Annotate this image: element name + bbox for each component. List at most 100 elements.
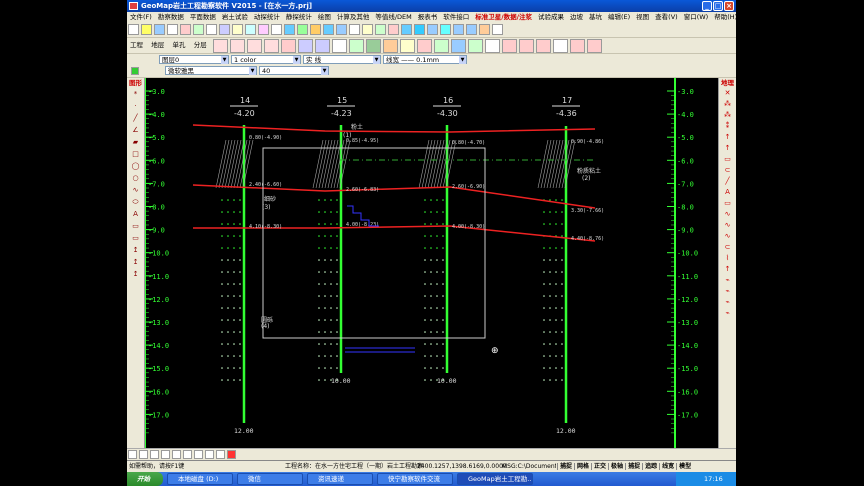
toolbar-button-28[interactable] xyxy=(492,24,503,35)
right-palette-tool-8[interactable]: ╱ xyxy=(723,177,733,186)
toolbar-button-17[interactable] xyxy=(349,24,360,35)
left-palette-tool-7[interactable]: ○ xyxy=(131,174,141,183)
status-mode-0[interactable]: 捕捉 xyxy=(557,463,575,470)
draw-tool-button-2[interactable] xyxy=(246,39,262,53)
toolbar-button-14[interactable] xyxy=(310,24,321,35)
stratum-tool-label[interactable]: 地层 xyxy=(149,39,166,50)
menu-item-13[interactable]: 边坡 xyxy=(567,13,586,21)
toolbar-button-21[interactable] xyxy=(401,24,412,35)
draw-tool-button-9[interactable] xyxy=(365,39,381,53)
draw-tool-button-18[interactable] xyxy=(518,39,534,53)
draw-tool-button-16[interactable] xyxy=(484,39,500,53)
right-palette-tool-5[interactable]: ↑ xyxy=(723,144,733,153)
menu-item-17[interactable]: 查看(V) xyxy=(652,13,681,21)
layering-tool-label[interactable]: 分层 xyxy=(192,39,209,50)
menu-item-16[interactable]: 视图 xyxy=(633,13,652,21)
left-palette-tool-12[interactable]: ▭ xyxy=(131,234,141,243)
menu-item-19[interactable]: 帮助(H) xyxy=(711,13,736,21)
bottom-tool-button-0[interactable] xyxy=(128,450,137,459)
taskbar-item-0[interactable]: 本地磁盘 (D:) xyxy=(167,473,233,485)
right-palette-tool-17[interactable]: ⌁ xyxy=(723,276,733,285)
right-palette-tool-16[interactable]: ↑ xyxy=(723,265,733,274)
close-button[interactable]: × xyxy=(724,1,734,11)
maximize-button[interactable]: □ xyxy=(713,1,723,11)
draw-tool-button-20[interactable] xyxy=(552,39,568,53)
right-palette-tool-11[interactable]: ∿ xyxy=(723,210,733,219)
taskbar-item-4[interactable]: GeoMap岩土工程勘... xyxy=(457,473,533,485)
font-size-select[interactable]: 40 ▼ xyxy=(259,66,329,75)
toolbar-button-12[interactable] xyxy=(284,24,295,35)
bottom-tool-button-5[interactable] xyxy=(183,450,192,459)
menu-item-10[interactable]: 软件接口 xyxy=(440,13,472,21)
toolbar-button-1[interactable] xyxy=(141,24,152,35)
right-palette-tool-9[interactable]: A xyxy=(723,188,733,197)
taskbar-item-1[interactable]: 微信 xyxy=(237,473,303,485)
left-palette-tool-11[interactable]: ▭ xyxy=(131,222,141,231)
menu-item-15[interactable]: 编辑(E) xyxy=(605,13,633,21)
menu-item-18[interactable]: 窗口(W) xyxy=(681,13,712,21)
font-select[interactable]: 微软雅黑 ▼ xyxy=(165,66,257,75)
menu-item-3[interactable]: 岩土试验 xyxy=(219,13,251,21)
status-mode-2[interactable]: 正交 xyxy=(591,463,609,470)
draw-tool-button-8[interactable] xyxy=(348,39,364,53)
menu-item-8[interactable]: 等值线/DEM xyxy=(372,13,414,21)
left-palette-tool-3[interactable]: ∠ xyxy=(131,126,141,135)
toolbar-button-25[interactable] xyxy=(453,24,464,35)
left-palette-tool-4[interactable]: ▰ xyxy=(131,138,141,147)
toolbar-button-23[interactable] xyxy=(427,24,438,35)
layer-select[interactable]: 图层0 ▼ xyxy=(159,55,229,64)
toolbar-button-5[interactable] xyxy=(193,24,204,35)
draw-tool-button-10[interactable] xyxy=(382,39,398,53)
draw-tool-button-4[interactable] xyxy=(280,39,296,53)
menu-item-0[interactable]: 文件(F) xyxy=(127,13,155,21)
toolbar-button-10[interactable] xyxy=(258,24,269,35)
bottom-tool-button-9[interactable] xyxy=(227,450,236,459)
toolbar-button-18[interactable] xyxy=(362,24,373,35)
left-palette-tool-5[interactable]: □ xyxy=(131,150,141,159)
left-palette-tool-15[interactable]: ↥ xyxy=(131,270,141,279)
draw-tool-button-12[interactable] xyxy=(416,39,432,53)
status-mode-7[interactable]: 模型 xyxy=(676,463,694,470)
toolbar-button-24[interactable] xyxy=(440,24,451,35)
minimize-button[interactable]: _ xyxy=(702,1,712,11)
toolbar-button-16[interactable] xyxy=(336,24,347,35)
draw-tool-button-15[interactable] xyxy=(467,39,483,53)
toolbar-button-9[interactable] xyxy=(245,24,256,35)
right-palette-tool-13[interactable]: ∿ xyxy=(723,232,733,241)
left-palette-tool-1[interactable]: · xyxy=(131,102,141,111)
left-palette-tool-13[interactable]: ↥ xyxy=(131,246,141,255)
start-button[interactable]: 开始 xyxy=(127,472,163,486)
toolbar-button-19[interactable] xyxy=(375,24,386,35)
taskbar-item-3[interactable]: 快宁勘察软件交流 xyxy=(377,473,453,485)
status-mode-6[interactable]: 线宽 xyxy=(659,463,677,470)
drawing-canvas[interactable]: -3.0 -4.0 -5.0 -6.0 -7.0 -8.0 -9.0 -10.0 -11.0 -1… xyxy=(145,78,718,448)
left-palette-tool-8[interactable]: ∿ xyxy=(131,186,141,195)
linewidth-select[interactable]: 线宽 —— 0.1mm ▼ xyxy=(383,55,467,64)
project-tool-label[interactable]: 工程 xyxy=(128,39,145,50)
menu-item-14[interactable]: 基坑 xyxy=(586,13,605,21)
right-palette-tool-7[interactable]: ⊂ xyxy=(723,166,733,175)
right-palette-tool-1[interactable]: ⁂ xyxy=(723,100,733,109)
toolbar-button-2[interactable] xyxy=(154,24,165,35)
right-palette-tool-6[interactable]: ▭ xyxy=(723,155,733,164)
draw-tool-button-11[interactable] xyxy=(399,39,415,53)
linetype-select[interactable]: 实 线 ▼ xyxy=(303,55,381,64)
menu-item-4[interactable]: 动探统计 xyxy=(251,13,283,21)
status-mode-5[interactable]: 追踪 xyxy=(642,463,660,470)
toolbar-button-11[interactable] xyxy=(271,24,282,35)
right-palette-tool-19[interactable]: ⌁ xyxy=(723,298,733,307)
toolbar-button-15[interactable] xyxy=(323,24,334,35)
toolbar-button-26[interactable] xyxy=(466,24,477,35)
bottom-tool-button-7[interactable] xyxy=(205,450,214,459)
menu-item-11[interactable]: 标准卫星/数据/注浆 xyxy=(472,13,535,21)
toolbar-button-4[interactable] xyxy=(180,24,191,35)
color-select[interactable]: 1 color ▼ xyxy=(231,55,301,64)
bottom-tool-button-8[interactable] xyxy=(216,450,225,459)
status-mode-1[interactable]: 网格 xyxy=(574,463,592,470)
menu-item-9[interactable]: 报表书 xyxy=(415,13,441,21)
toolbar-button-13[interactable] xyxy=(297,24,308,35)
taskbar-item-2[interactable]: 资讯速递 xyxy=(307,473,373,485)
menu-item-6[interactable]: 绘图 xyxy=(315,13,334,21)
single-hole-tool-label[interactable]: 单孔 xyxy=(170,39,187,50)
toolbar-button-22[interactable] xyxy=(414,24,425,35)
